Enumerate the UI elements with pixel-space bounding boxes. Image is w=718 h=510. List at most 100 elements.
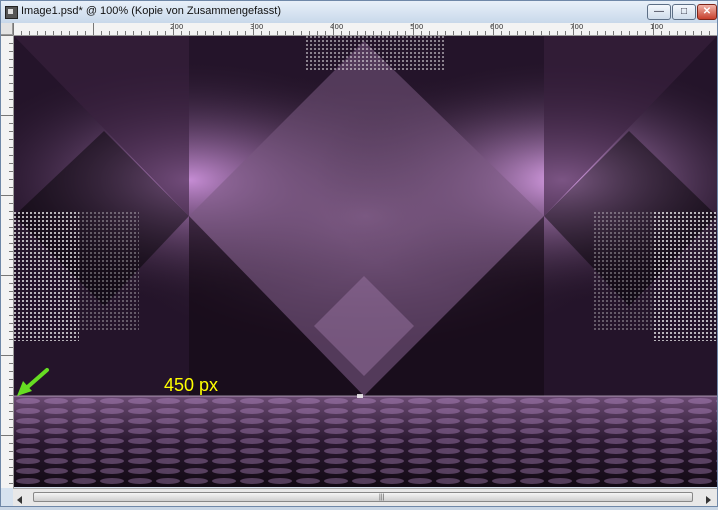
ruler-tick <box>9 99 13 100</box>
ruler-tick <box>9 331 13 332</box>
ruler-tick <box>237 31 238 35</box>
ruler-tick <box>9 379 13 380</box>
ruler-tick <box>325 31 326 35</box>
ruler-tick <box>9 467 13 468</box>
ruler-tick <box>9 307 13 308</box>
ruler-tick <box>613 31 614 35</box>
chevron-left-icon <box>17 496 22 504</box>
ruler-label: 100 <box>650 23 664 31</box>
ruler-tick <box>141 31 142 35</box>
ruler-tick <box>1 115 13 116</box>
ruler-tick <box>9 371 13 372</box>
ruler-tick <box>213 31 214 35</box>
ruler-tick <box>469 31 470 35</box>
ruler-tick <box>1 435 13 436</box>
ruler-tick <box>373 31 374 35</box>
ruler-tick <box>1 275 13 276</box>
ruler-tick <box>653 23 654 35</box>
ruler-tick <box>589 31 590 35</box>
ruler-tick <box>253 23 254 35</box>
measurement-annotation: 450 px <box>164 375 219 395</box>
ruler-tick <box>573 23 574 35</box>
ruler-tick <box>9 139 13 140</box>
ruler-tick <box>9 43 13 44</box>
horizontal-scrollbar[interactable]: ||| <box>13 488 717 506</box>
minimize-button[interactable]: — <box>647 4 671 20</box>
ruler-tick <box>245 31 246 35</box>
ruler-tick <box>29 31 30 35</box>
ruler-tick <box>9 259 13 260</box>
scroll-thumb[interactable]: ||| <box>33 492 693 502</box>
ruler-tick <box>69 31 70 35</box>
ruler-tick <box>309 31 310 35</box>
title-bar[interactable]: Image1.psd* @ 100% (Kopie von Zusammenge… <box>1 1 717 23</box>
ruler-tick <box>9 155 13 156</box>
ruler-tick <box>117 31 118 35</box>
ruler-tick <box>357 31 358 35</box>
ruler-tick <box>661 31 662 35</box>
ruler-tick <box>21 31 22 35</box>
ruler-tick <box>9 91 13 92</box>
ruler-tick <box>9 227 13 228</box>
ruler-tick <box>9 475 13 476</box>
ruler-tick <box>9 315 13 316</box>
ruler-tick <box>557 31 558 35</box>
ruler-tick <box>669 31 670 35</box>
ruler-tick <box>397 31 398 35</box>
ruler-tick <box>9 427 13 428</box>
ruler-label: 400 <box>330 23 344 31</box>
ruler-tick <box>9 243 13 244</box>
grip-icon: ||| <box>379 494 385 501</box>
ruler-tick <box>389 31 390 35</box>
ruler-tick <box>9 451 13 452</box>
ruler-label: 700 <box>570 23 584 31</box>
ruler-tick <box>165 31 166 35</box>
ruler-tick <box>9 147 13 148</box>
horizontal-ruler[interactable]: 200 300 400 500 600 700 100 <box>13 23 717 36</box>
ruler-tick <box>93 23 94 35</box>
ruler-tick <box>9 395 13 396</box>
ruler-tick <box>9 291 13 292</box>
ruler-tick <box>9 283 13 284</box>
ruler-tick <box>9 187 13 188</box>
ruler-tick <box>9 363 13 364</box>
ruler-tick <box>597 31 598 35</box>
maximize-button[interactable]: □ <box>672 4 696 20</box>
vertical-ruler[interactable] <box>1 35 14 488</box>
ruler-tick <box>9 171 13 172</box>
ruler-tick <box>125 31 126 35</box>
ruler-tick <box>453 31 454 35</box>
ruler-tick <box>1 195 13 196</box>
ruler-tick <box>405 31 406 35</box>
ruler-tick <box>429 31 430 35</box>
ruler-tick <box>461 31 462 35</box>
ruler-tick <box>45 31 46 35</box>
scroll-left-button[interactable] <box>15 492 25 504</box>
green-arrow-icon <box>17 368 49 396</box>
ruler-tick <box>621 31 622 35</box>
ruler-tick <box>709 31 710 35</box>
ruler-tick <box>9 67 13 68</box>
ruler-tick <box>301 31 302 35</box>
ruler-tick <box>693 31 694 35</box>
ruler-tick <box>437 31 438 35</box>
ruler-tick <box>133 31 134 35</box>
ruler-tick <box>13 23 14 35</box>
ruler-tick <box>173 23 174 35</box>
image-canvas[interactable] <box>14 36 717 487</box>
ruler-tick <box>477 31 478 35</box>
ruler-tick <box>9 419 13 420</box>
close-button[interactable]: ✕ <box>697 4 717 20</box>
ruler-tick <box>9 267 13 268</box>
ruler-tick <box>533 31 534 35</box>
ruler-tick <box>1 355 13 356</box>
ruler-tick <box>197 31 198 35</box>
scroll-right-button[interactable] <box>703 492 713 504</box>
ruler-tick <box>421 31 422 35</box>
ruler-tick <box>317 31 318 35</box>
ruler-tick <box>293 31 294 35</box>
ruler-tick <box>285 31 286 35</box>
document-icon <box>5 6 18 19</box>
ruler-tick <box>9 411 13 412</box>
ruler-tick <box>9 107 13 108</box>
